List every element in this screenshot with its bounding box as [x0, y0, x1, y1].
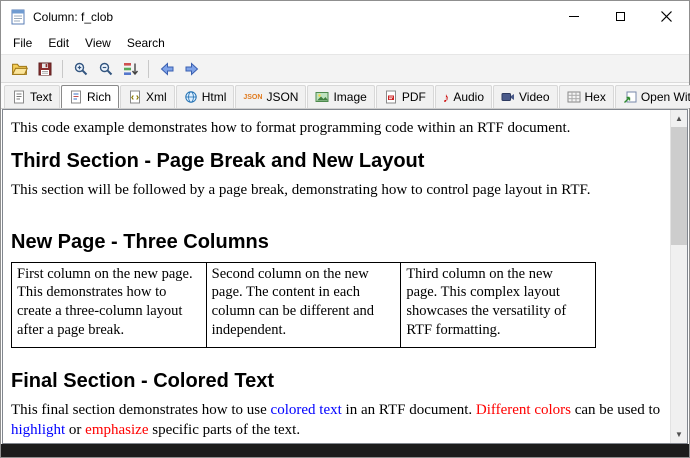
rtf-document: This code example demonstrates how to fo… [3, 110, 670, 443]
sort-icon [123, 61, 139, 77]
tab-rich[interactable]: Rich [61, 85, 119, 108]
table-row: First column on the new page. This demon… [12, 262, 596, 347]
scroll-up-button[interactable]: ▲ [671, 110, 687, 127]
scrollbar-thumb[interactable] [671, 127, 687, 245]
menu-search[interactable]: Search [119, 34, 173, 52]
zoom-in-icon [73, 61, 89, 77]
pdf-document-icon [384, 90, 398, 104]
toolbar-separator [62, 60, 63, 78]
zoom-out-icon [98, 61, 114, 77]
tab-label: Hex [585, 90, 606, 104]
menu-view[interactable]: View [77, 34, 119, 52]
open-file-button[interactable] [7, 57, 32, 81]
text-segment-colored: highlight [11, 422, 65, 438]
bottom-bar [1, 444, 689, 457]
table-cell-first-column: First column on the new page. This demon… [12, 262, 207, 347]
scroll-down-button[interactable]: ▼ [671, 426, 687, 443]
tab-label: Audio [453, 90, 484, 104]
back-button[interactable] [154, 57, 179, 81]
tab-video[interactable]: Video [493, 85, 557, 108]
hex-grid-icon [567, 90, 581, 104]
value-viewer-window: Column: f_clob File Edit View Search [0, 0, 690, 458]
view-tab-bar: Text Rich Xml Html JSON JSON [1, 83, 689, 109]
tab-html[interactable]: Html [176, 85, 235, 108]
text-document-icon [12, 90, 26, 104]
tab-label: PDF [402, 90, 426, 104]
video-camera-icon [501, 90, 515, 104]
menu-edit[interactable]: Edit [40, 34, 77, 52]
tab-label: Html [202, 90, 227, 104]
titlebar[interactable]: Column: f_clob [1, 1, 689, 32]
table-cell-second-column: Second column on the new page. The conte… [206, 262, 401, 347]
forward-button[interactable] [179, 57, 204, 81]
paragraph-code-example: This code example demonstrates how to fo… [11, 119, 664, 139]
paragraph-colored-text: This final section demonstrates how to u… [11, 401, 664, 441]
text-segment-colored: Different colors [476, 402, 571, 418]
heading-new-page: New Page - Three Columns [11, 231, 664, 254]
rich-document-icon [69, 90, 83, 104]
toolbar [1, 54, 689, 83]
heading-third-section: Third Section - Page Break and New Layou… [11, 150, 664, 173]
save-floppy-icon [37, 61, 53, 77]
image-icon [315, 90, 329, 104]
zoom-out-button[interactable] [93, 57, 118, 81]
sort-button[interactable] [118, 57, 143, 81]
save-file-button[interactable] [32, 57, 57, 81]
text-segment-colored: colored text [271, 402, 342, 418]
html-globe-icon [184, 90, 198, 104]
rich-preview-pane[interactable]: This code example demonstrates how to fo… [2, 109, 688, 444]
tab-pdf[interactable]: PDF [376, 85, 434, 108]
forward-arrow-icon [184, 61, 200, 77]
text-segment: or [65, 422, 85, 438]
text-segment: can be used to [571, 402, 660, 418]
tab-label: Open With [641, 90, 690, 104]
text-segment-colored: emphasize [85, 422, 148, 438]
text-segment: specific parts of the text. [148, 422, 300, 438]
tab-xml[interactable]: Xml [120, 85, 175, 108]
json-badge-icon: JSON [243, 94, 262, 101]
maximize-icon [616, 12, 625, 21]
xml-document-icon [128, 90, 142, 104]
tab-image[interactable]: Image [307, 85, 374, 108]
window-title: Column: f_clob [33, 10, 113, 24]
zoom-in-button[interactable] [68, 57, 93, 81]
tab-label: JSON [266, 90, 298, 104]
tab-json[interactable]: JSON JSON [235, 85, 306, 108]
three-column-table: First column on the new page. This demon… [11, 262, 596, 348]
close-button[interactable] [643, 1, 689, 32]
audio-note-icon: ♪ [443, 91, 450, 104]
close-icon [661, 11, 672, 22]
menu-bar: File Edit View Search [1, 32, 689, 54]
tab-hex[interactable]: Hex [559, 85, 614, 108]
text-segment: in an RTF document. [342, 402, 476, 418]
back-arrow-icon [159, 61, 175, 77]
paragraph-page-break: This section will be followed by a page … [11, 181, 664, 201]
text-segment: This final section demonstrates how to u… [11, 402, 271, 418]
menu-file[interactable]: File [5, 34, 40, 52]
tab-label: Video [519, 90, 549, 104]
tab-open-with[interactable]: Open With [615, 85, 690, 108]
tab-label: Xml [146, 90, 167, 104]
tab-label: Text [30, 90, 52, 104]
minimize-button[interactable] [551, 1, 597, 32]
heading-final-section: Final Section - Colored Text [11, 370, 664, 393]
window-icon [10, 9, 26, 25]
vertical-scrollbar[interactable]: ▲ ▼ [670, 110, 687, 443]
tab-text[interactable]: Text [4, 85, 60, 108]
minimize-icon [569, 16, 579, 17]
tab-audio[interactable]: ♪ Audio [435, 85, 492, 108]
tab-label: Image [333, 90, 366, 104]
maximize-button[interactable] [597, 1, 643, 32]
scrollbar-track[interactable] [671, 127, 687, 426]
open-folder-icon [11, 60, 28, 77]
tab-label: Rich [87, 90, 111, 104]
table-cell-third-column: Third column on the new page. This compl… [401, 262, 596, 347]
open-with-icon [623, 90, 637, 104]
toolbar-separator [148, 60, 149, 78]
